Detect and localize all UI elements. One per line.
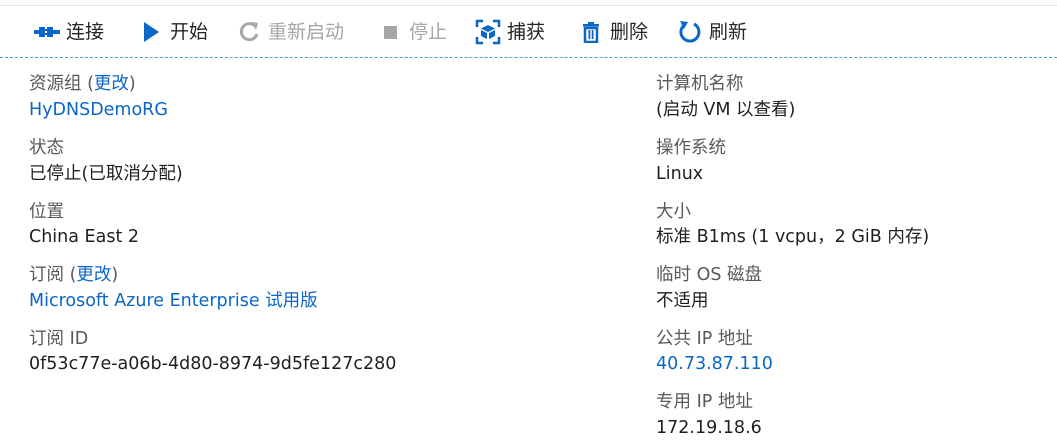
resource-group-value-link[interactable]: HyDNSDemoRG bbox=[29, 98, 168, 122]
connect-button[interactable]: 连接 bbox=[34, 18, 104, 46]
subscription-label: 订阅 (更改) bbox=[29, 265, 119, 285]
public-ip-label: 公共 IP 地址 bbox=[656, 329, 753, 349]
size-value: 标准 B1ms (1 vcpu，2 GiB 内存) bbox=[656, 227, 930, 247]
subscription-change-link[interactable]: 更改 bbox=[76, 265, 111, 285]
connect-icon bbox=[34, 19, 60, 45]
os-label: 操作系统 bbox=[656, 138, 726, 158]
restart-icon bbox=[236, 19, 262, 45]
capture-label: 捕获 bbox=[507, 21, 546, 43]
delete-button[interactable]: 删除 bbox=[578, 18, 648, 46]
restart-button[interactable]: 重新启动 bbox=[236, 18, 344, 46]
location-label: 位置 bbox=[29, 202, 64, 222]
resource-group-change-link[interactable]: 更改 bbox=[94, 74, 129, 94]
size-label: 大小 bbox=[656, 202, 691, 222]
command-toolbar: 连接 开始 重新启动 停止 捕获 删除 刷新 bbox=[0, 6, 1057, 58]
private-ip-value: 172.19.18.6 bbox=[656, 418, 762, 438]
resource-group-label: 资源组 (更改) bbox=[29, 74, 136, 94]
subscription-id-label: 订阅 ID bbox=[29, 329, 89, 349]
temp-os-disk-label: 临时 OS 磁盘 bbox=[656, 265, 763, 285]
stop-label: 停止 bbox=[409, 21, 448, 43]
trash-icon bbox=[578, 19, 604, 45]
stop-icon bbox=[377, 19, 403, 45]
computer-name-label: 计算机名称 bbox=[656, 74, 744, 94]
temp-os-disk-value: 不适用 bbox=[656, 291, 709, 311]
location-value: China East 2 bbox=[29, 227, 140, 247]
start-label: 开始 bbox=[170, 21, 209, 43]
capture-icon bbox=[475, 19, 501, 45]
private-ip-label: 专用 IP 地址 bbox=[656, 392, 753, 412]
subscription-id-value: 0f53c77e-a06b-4d80-8974-9d5fe127c280 bbox=[29, 354, 397, 374]
os-value: Linux bbox=[656, 164, 704, 184]
refresh-button[interactable]: 刷新 bbox=[677, 18, 747, 46]
refresh-label: 刷新 bbox=[709, 21, 748, 43]
connect-label: 连接 bbox=[66, 21, 105, 43]
play-icon bbox=[138, 19, 164, 45]
computer-name-value: (启动 VM 以查看) bbox=[656, 100, 796, 120]
stop-button[interactable]: 停止 bbox=[377, 18, 447, 46]
start-button[interactable]: 开始 bbox=[138, 18, 208, 46]
status-value: 已停止(已取消分配) bbox=[29, 164, 183, 184]
restart-label: 重新启动 bbox=[268, 21, 345, 43]
subscription-value-link[interactable]: Microsoft Azure Enterprise 试用版 bbox=[29, 289, 318, 313]
status-label: 状态 bbox=[29, 138, 64, 158]
delete-label: 删除 bbox=[610, 21, 649, 43]
refresh-icon bbox=[677, 19, 703, 45]
capture-button[interactable]: 捕获 bbox=[475, 18, 545, 46]
public-ip-value-link[interactable]: 40.73.87.110 bbox=[656, 352, 773, 376]
